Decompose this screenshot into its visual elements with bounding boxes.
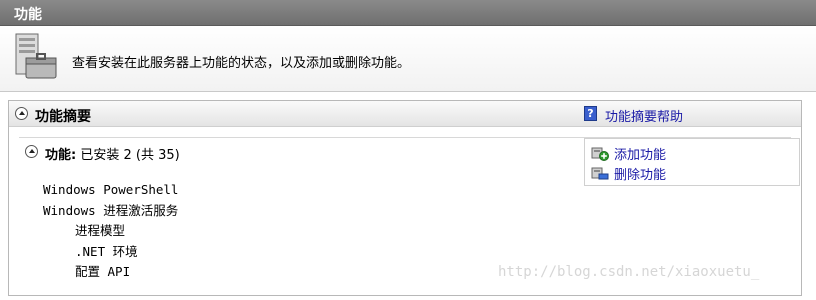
remove-feature-link[interactable]: 删除功能: [614, 164, 666, 183]
features-status: 已安装 2 (共 35): [80, 148, 180, 163]
features-heading: 功能: 已安装 2 (共 35): [45, 144, 180, 163]
add-feature-link[interactable]: 添加功能: [614, 144, 666, 163]
collapse-features-button[interactable]: [25, 145, 38, 158]
page-title-bar: 功能: [0, 0, 816, 26]
feature-subitem[interactable]: 配置 API: [43, 262, 178, 283]
feature-item[interactable]: Windows 进程激活服务: [43, 201, 178, 222]
summary-title: 功能摘要: [35, 109, 91, 125]
add-feature-action[interactable]: 添加功能: [591, 144, 666, 163]
features-label: 功能:: [45, 148, 77, 163]
chevron-up-icon: [18, 111, 25, 115]
feature-item[interactable]: Windows PowerShell: [43, 180, 178, 201]
description-panel: 查看安装在此服务器上功能的状态，以及添加或删除功能。: [0, 26, 816, 92]
page-title: 功能: [14, 7, 42, 23]
feature-subitem[interactable]: .NET 环境: [43, 242, 178, 263]
installed-feature-list: Windows PowerShell Windows 进程激活服务 进程模型 .…: [43, 180, 178, 283]
chevron-up-icon: [28, 149, 35, 153]
remove-feature-icon: [591, 167, 609, 180]
server-toolbox-icon: [15, 33, 57, 79]
add-feature-icon: [591, 147, 609, 161]
remove-feature-action[interactable]: 删除功能: [591, 164, 666, 183]
summary-help-link[interactable]: 功能摘要帮助: [605, 106, 683, 125]
description-text: 查看安装在此服务器上功能的状态，以及添加或删除功能。: [72, 56, 411, 71]
help-icon[interactable]: ?: [584, 106, 597, 121]
collapse-summary-button[interactable]: [15, 107, 28, 120]
watermark-text: http://blog.csdn.net/xiaoxuetu_: [498, 264, 760, 280]
feature-subitem[interactable]: 进程模型: [43, 221, 178, 242]
actions-panel: 添加功能 删除功能: [584, 138, 800, 186]
summary-header: 功能摘要 ? 功能摘要帮助: [9, 101, 801, 127]
